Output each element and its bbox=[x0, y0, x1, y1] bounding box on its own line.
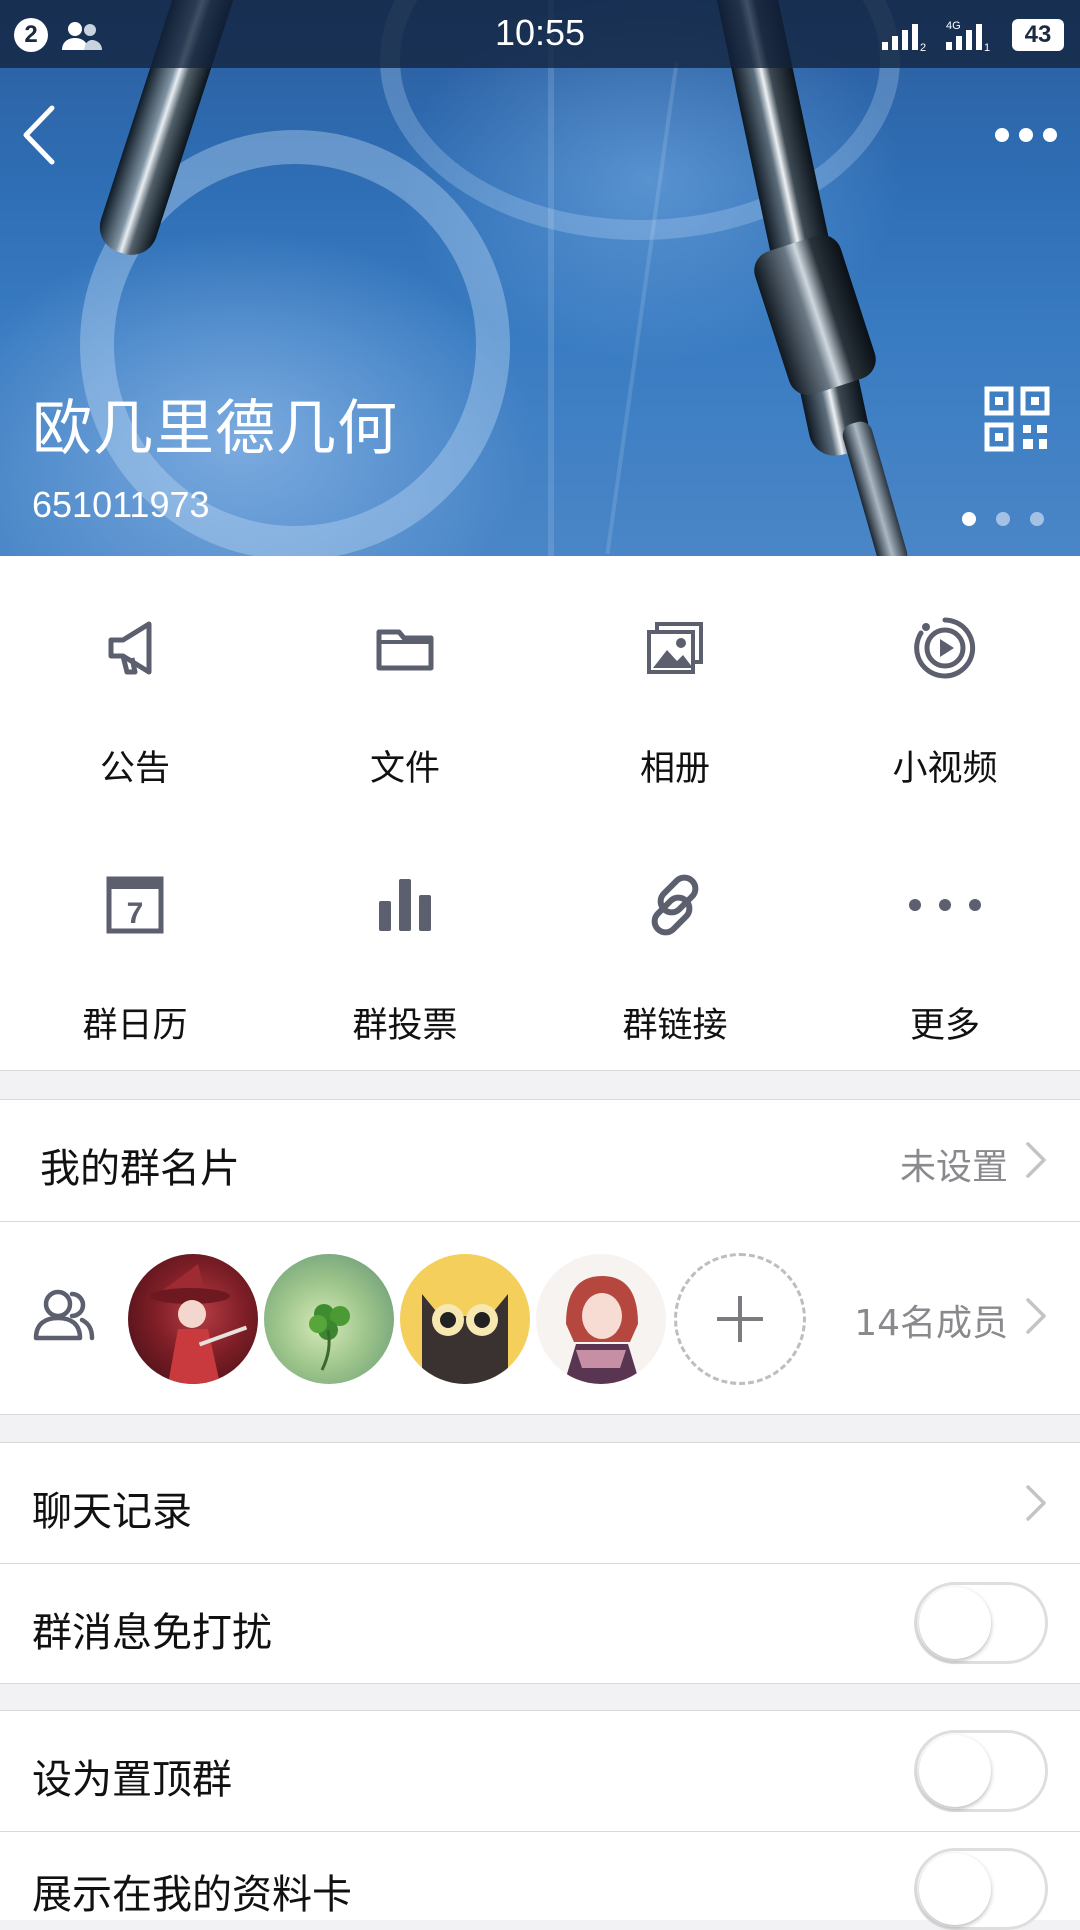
feature-label: 相册 bbox=[639, 749, 710, 789]
feature-label: 公告 bbox=[99, 749, 170, 789]
calendar-icon-day: 7 bbox=[127, 897, 144, 930]
qr-code-button[interactable] bbox=[984, 386, 1050, 452]
feature-label: 群投票 bbox=[352, 1006, 458, 1046]
pin-group-toggle[interactable] bbox=[914, 1730, 1048, 1812]
page-indicator bbox=[962, 512, 1052, 526]
link-icon bbox=[651, 874, 699, 936]
member-avatar[interactable] bbox=[536, 1254, 666, 1384]
signal-icon: 2 bbox=[882, 24, 926, 52]
group-id: 651011973 bbox=[32, 484, 210, 525]
more-dots-icon bbox=[909, 899, 981, 911]
folder-icon bbox=[376, 629, 434, 671]
feature-short-video[interactable]: 小视频 bbox=[810, 556, 1080, 813]
feature-label: 群日历 bbox=[82, 1006, 188, 1046]
section-divider bbox=[0, 1414, 1080, 1415]
chevron-right-icon bbox=[1026, 1142, 1046, 1178]
show-on-profile-label: 展示在我的资料卡 bbox=[32, 1872, 352, 1918]
chevron-right-icon bbox=[1026, 1485, 1046, 1521]
feature-files[interactable]: 文件 bbox=[270, 556, 540, 813]
my-group-card-label: 我的群名片 bbox=[40, 1146, 240, 1192]
compass-joint-image bbox=[749, 229, 881, 401]
feature-album[interactable]: 相册 bbox=[540, 556, 810, 813]
header-background-shape bbox=[548, 0, 554, 556]
section-divider bbox=[0, 1070, 1080, 1071]
feature-label: 群链接 bbox=[622, 1006, 728, 1046]
status-bar: 2 10:55 2 4G 1 43 bbox=[0, 0, 1080, 68]
member-count: 14名成员 bbox=[854, 1303, 1008, 1344]
page-dot bbox=[996, 512, 1010, 526]
svg-text:1: 1 bbox=[984, 42, 990, 52]
my-group-card-value: 未设置 bbox=[899, 1147, 1008, 1188]
member-avatar[interactable] bbox=[400, 1254, 530, 1384]
toggle-knob bbox=[919, 1587, 991, 1659]
battery-indicator: 43 bbox=[1012, 19, 1064, 51]
network-type-label: 4G bbox=[946, 20, 961, 32]
feature-calendar[interactable]: 7 群日历 bbox=[0, 813, 270, 1070]
pin-group-row: 设为置顶群 bbox=[0, 1711, 1080, 1831]
feature-more[interactable]: 更多 bbox=[810, 813, 1080, 1070]
feature-announcement[interactable]: 公告 bbox=[0, 556, 270, 813]
group-name: 欧几里德几何 bbox=[32, 394, 398, 464]
chevron-right-icon bbox=[1026, 1298, 1046, 1334]
compass-tip-image bbox=[839, 418, 911, 556]
more-options-button[interactable] bbox=[990, 118, 1062, 152]
feature-grid: 公告 文件 相册 小视频 7 群日历 群投票 群链接 更多 bbox=[0, 556, 1080, 1070]
bar-chart-icon bbox=[379, 879, 431, 931]
section-divider bbox=[0, 1683, 1080, 1684]
mute-notifications-label: 群消息免打扰 bbox=[32, 1610, 272, 1656]
toggle-knob bbox=[919, 1735, 991, 1807]
show-on-profile-row: 展示在我的资料卡 bbox=[0, 1832, 1080, 1930]
chat-history-row[interactable]: 聊天记录 bbox=[0, 1443, 1080, 1563]
mute-notifications-toggle[interactable] bbox=[914, 1582, 1048, 1664]
group-header: 2 10:55 2 4G 1 43 欧几里德几何 651011973 bbox=[0, 0, 1080, 556]
photo-album-icon bbox=[647, 622, 703, 674]
feature-vote[interactable]: 群投票 bbox=[270, 813, 540, 1070]
add-member-button[interactable] bbox=[674, 1253, 806, 1385]
feature-label: 更多 bbox=[909, 1006, 980, 1046]
my-group-card-row[interactable]: 我的群名片 未设置 bbox=[0, 1100, 1080, 1221]
video-play-icon bbox=[914, 617, 976, 679]
chat-history-label: 聊天记录 bbox=[32, 1489, 192, 1535]
feature-label: 小视频 bbox=[892, 749, 998, 789]
megaphone-icon bbox=[108, 621, 152, 675]
feature-group-link[interactable]: 群链接 bbox=[540, 813, 810, 1070]
member-avatar[interactable] bbox=[264, 1254, 394, 1384]
show-on-profile-toggle[interactable] bbox=[914, 1848, 1048, 1930]
plus-icon bbox=[717, 1296, 763, 1342]
svg-text:2: 2 bbox=[920, 42, 926, 52]
calendar-icon: 7 bbox=[106, 876, 164, 934]
page-dot-active bbox=[962, 512, 976, 526]
back-button[interactable] bbox=[16, 100, 66, 170]
page-dot bbox=[1030, 512, 1044, 526]
member-avatar[interactable] bbox=[128, 1254, 258, 1384]
feature-label: 文件 bbox=[369, 749, 440, 789]
chevron-left-icon bbox=[23, 105, 55, 165]
members-icon bbox=[33, 1289, 95, 1341]
toggle-knob bbox=[919, 1853, 991, 1925]
pin-group-label: 设为置顶群 bbox=[32, 1757, 232, 1803]
mute-notifications-row: 群消息免打扰 bbox=[0, 1564, 1080, 1683]
signal-4g-icon: 4G 1 bbox=[946, 20, 990, 52]
